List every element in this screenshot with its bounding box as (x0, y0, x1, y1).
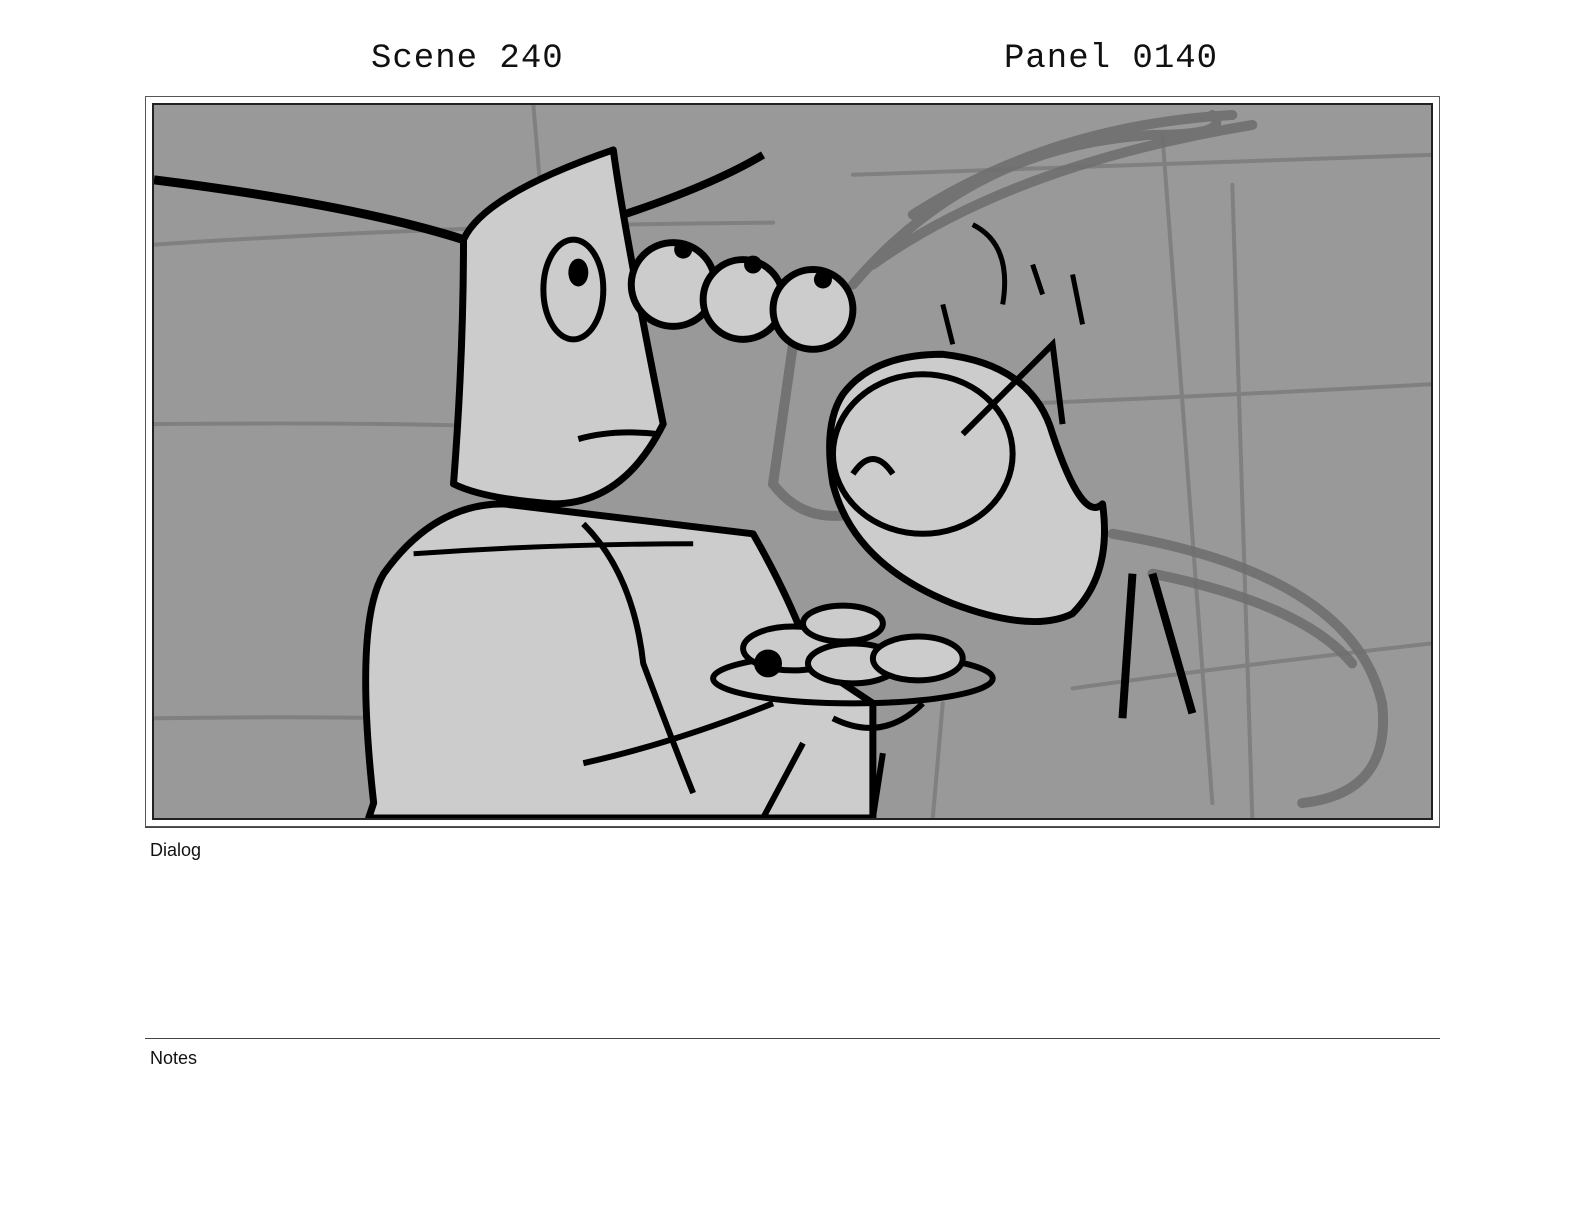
sketch-drawing (154, 105, 1431, 818)
dialog-label: Dialog (150, 840, 202, 860)
notes-divider (145, 1038, 1440, 1039)
notes-label: Notes (150, 1048, 198, 1068)
dialog-divider (145, 827, 1440, 828)
panel-frame (145, 96, 1440, 827)
scene-number: Scene 240 (371, 40, 564, 78)
storyboard-sketch (152, 103, 1433, 820)
panel-number: Panel 0140 (1004, 40, 1219, 78)
